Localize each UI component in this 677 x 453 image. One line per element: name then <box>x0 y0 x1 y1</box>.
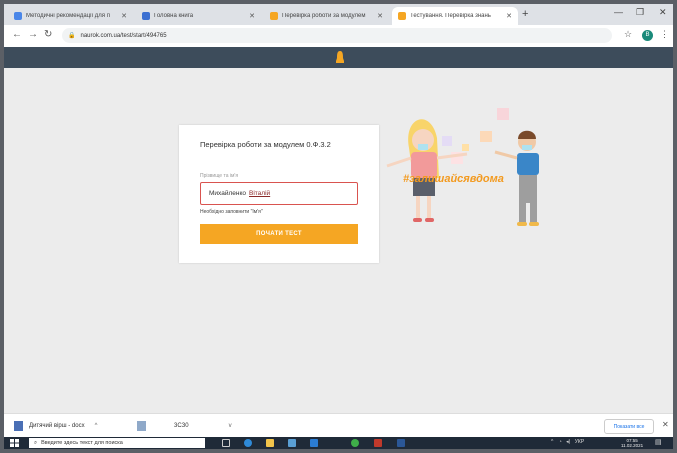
tab-methodical[interactable]: Методичні рекомендації для п ✕ <box>8 7 133 25</box>
taskbar-search[interactable]: ⌕ Введите здесь текст для поиска <box>29 438 205 448</box>
lock-icon: 🔒 <box>68 33 76 39</box>
naurok-icon <box>270 12 278 20</box>
language-indicator[interactable]: УКР <box>575 439 584 445</box>
taskbar-clock[interactable]: 07:55 11.02.2021 <box>621 438 643 448</box>
name-label: Прізвище та ім'я <box>200 173 239 179</box>
network-icon[interactable]: ◔ <box>559 439 562 445</box>
app-icon[interactable] <box>374 439 382 447</box>
word-icon[interactable] <box>397 439 405 447</box>
start-test-button[interactable]: ПОЧАТИ ТЕСТ <box>200 224 358 244</box>
browser-tab-strip: Методичні рекомендації для п ✕ Головна к… <box>4 4 673 25</box>
search-icon: ⌕ <box>34 439 38 446</box>
chrome-icon[interactable] <box>351 439 359 447</box>
name-first-text: Михайленко <box>209 190 246 197</box>
windows-taskbar: ⌕ Введите здесь текст для поиска ^ ◔ ◂) … <box>4 437 673 449</box>
word-file-icon <box>14 421 23 431</box>
close-download-bar-icon[interactable]: ✕ <box>662 420 669 429</box>
browser-menu-icon[interactable]: ⋮ <box>660 29 669 40</box>
new-tab-icon[interactable]: + <box>522 8 528 20</box>
test-start-card: Перевірка роботи за модулем 0.Ф.3.2 Пріз… <box>179 125 379 263</box>
back-icon[interactable]: ← <box>12 29 22 40</box>
close-tab-icon[interactable]: ✕ <box>121 12 127 20</box>
edge-icon[interactable] <box>244 439 252 447</box>
close-tab-icon[interactable]: ✕ <box>506 12 512 20</box>
close-tab-icon[interactable]: ✕ <box>249 12 255 20</box>
chevron-down-icon[interactable]: v <box>229 423 232 429</box>
stay-home-hashtag: #залишайсявдома <box>403 173 504 185</box>
file-explorer-icon[interactable] <box>266 439 274 447</box>
download-item-docx[interactable]: Дитячий вірш - docx ^ <box>14 418 97 434</box>
windows-start-icon[interactable] <box>10 439 19 447</box>
system-tray[interactable]: ^ ◔ ◂) УКР <box>551 439 584 445</box>
name-input[interactable]: Михайленко Віталій <box>200 182 358 205</box>
profile-avatar[interactable]: В <box>642 30 653 41</box>
book-icon <box>142 12 150 20</box>
screenshot-frame: Методичні рекомендації для п ✕ Головна к… <box>4 4 673 449</box>
tray-chevron-icon[interactable]: ^ <box>551 439 553 445</box>
notifications-icon[interactable]: ▤ <box>655 438 662 446</box>
image-file-icon <box>137 421 146 431</box>
store-icon[interactable] <box>288 439 296 447</box>
reload-icon[interactable]: ↻ <box>44 29 52 40</box>
close-window-icon[interactable]: ✕ <box>659 7 667 18</box>
download-bar: Дитячий вірш - docx ^ 3СЗ0 v Показати вс… <box>4 413 673 438</box>
volume-icon[interactable]: ◂) <box>566 439 570 445</box>
tab-main-book[interactable]: Головна книга ✕ <box>136 7 261 25</box>
maximize-icon[interactable]: ❐ <box>636 7 644 18</box>
tab-testing[interactable]: Тестування. Перевірка знань ✕ <box>392 7 518 25</box>
browser-toolbar: ← → ↻ 🔒 naurok.com.ua/test/start/494765 … <box>4 25 673 48</box>
address-bar[interactable]: 🔒 naurok.com.ua/test/start/494765 <box>62 28 612 43</box>
naurok-logo-icon[interactable] <box>335 50 345 64</box>
tab-module-check[interactable]: Перевірка роботи за модулем ✕ <box>264 7 389 25</box>
docs-icon <box>14 12 22 20</box>
mail-icon[interactable] <box>310 439 318 447</box>
test-title: Перевірка роботи за модулем 0.Ф.3.2 <box>200 140 331 149</box>
error-message: Необхідно заповнити "Ім'я" <box>200 209 263 215</box>
task-view-icon[interactable] <box>222 439 230 447</box>
site-header <box>4 47 673 68</box>
download-item-image[interactable]: 3СЗ0 v <box>137 418 232 434</box>
show-all-downloads-button[interactable]: Показати все <box>604 419 654 434</box>
close-tab-icon[interactable]: ✕ <box>377 12 383 20</box>
page-content: Перевірка роботи за модулем 0.Ф.3.2 Пріз… <box>4 68 673 413</box>
minimize-icon[interactable]: — <box>614 7 623 17</box>
forward-icon[interactable]: → <box>28 29 38 40</box>
naurok-icon <box>398 12 406 20</box>
url-text: naurok.com.ua/test/start/494765 <box>80 32 167 39</box>
name-second-text: Віталій <box>249 190 271 197</box>
chevron-up-icon[interactable]: ^ <box>95 423 98 429</box>
bookmark-star-icon[interactable]: ☆ <box>624 29 632 40</box>
